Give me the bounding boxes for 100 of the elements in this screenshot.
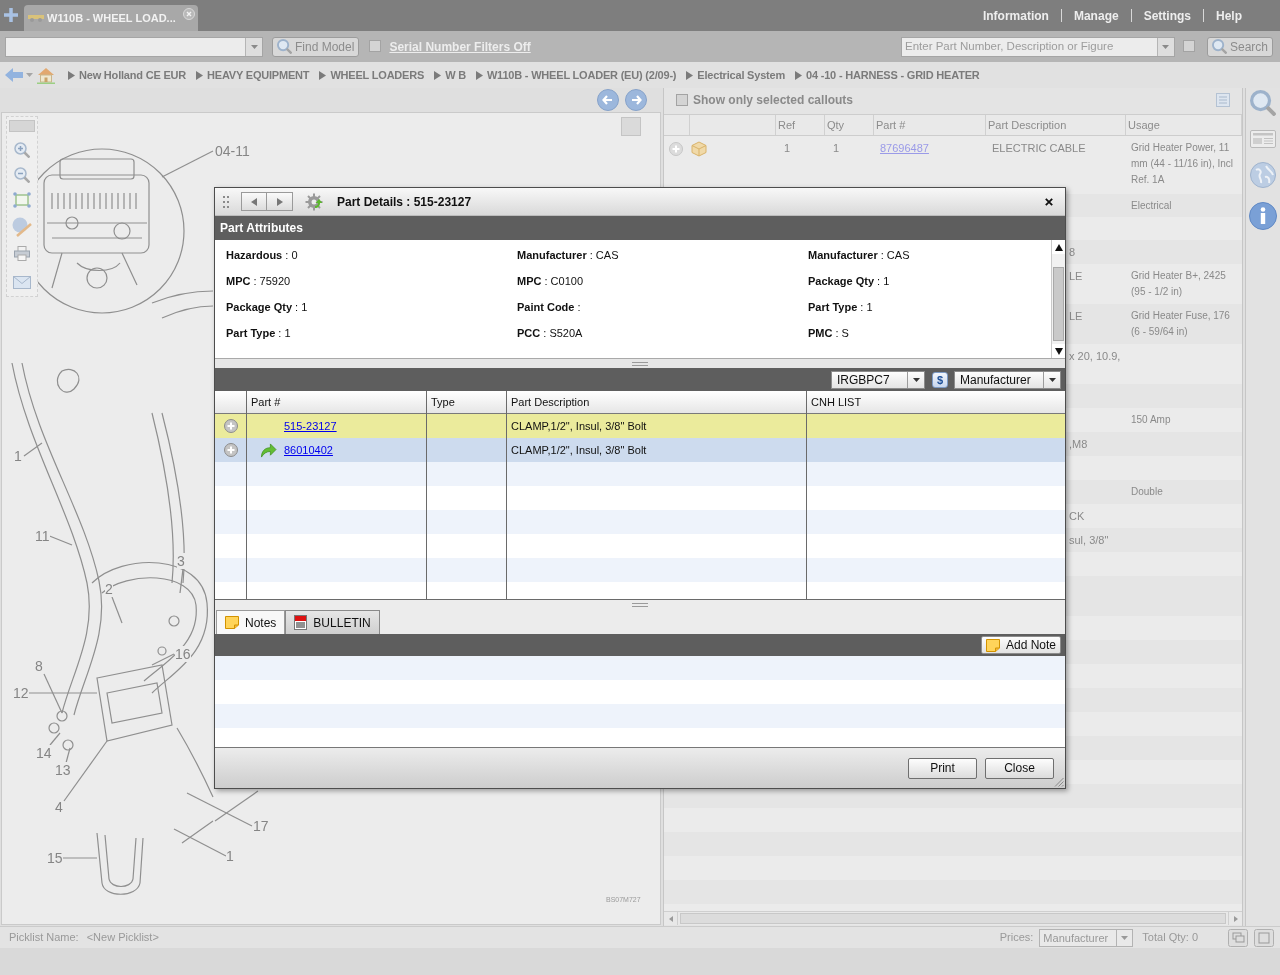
find-model-button[interactable]: Find Model [272, 36, 360, 57]
mail-icon[interactable] [13, 276, 31, 289]
breadcrumb-link[interactable]: New Holland CE EUR [68, 66, 187, 84]
scroll-down-button[interactable] [1052, 344, 1065, 358]
table-cell-text: Double [1130, 485, 1164, 499]
close-tab-icon[interactable] [182, 8, 195, 20]
dialog-button[interactable]: Close [985, 757, 1054, 779]
fit-page-icon[interactable] [13, 192, 31, 208]
list-view-icon[interactable] [1216, 93, 1230, 107]
table-cell-text: Grid Heater B+, 2425 (95 - 1/2 in) [1130, 269, 1227, 299]
breadcrumb-link[interactable]: 04 -10 - HARNESS - GRID HEATER [795, 66, 980, 84]
column-header[interactable]: Part Description [986, 115, 1126, 135]
column-header[interactable]: Type [426, 391, 506, 413]
menu-link[interactable]: Help [1204, 6, 1254, 25]
table-cell-text: CLAMP,1/2", Insul, 3/8" Bolt [510, 418, 648, 434]
search-button[interactable]: Search [1206, 36, 1273, 57]
next-button[interactable] [267, 192, 293, 211]
triangle-icon [795, 70, 803, 80]
gear-icon[interactable] [305, 192, 323, 211]
column-header[interactable]: Qty [825, 115, 874, 135]
column-header[interactable]: Part # [874, 115, 986, 135]
column-header[interactable]: Part # [246, 391, 426, 413]
dropdown-button[interactable] [1156, 37, 1174, 56]
price-type-dropdown[interactable]: Manufacturer [954, 370, 1061, 389]
restore-window-icon[interactable] [1228, 928, 1248, 947]
expand-icon[interactable] [223, 419, 238, 433]
maximize-icon[interactable] [1254, 928, 1274, 947]
checkbox[interactable] [1182, 39, 1195, 52]
table-row[interactable]: 86010402 CLAMP,1/2", Insul, 3/8" Bolt [215, 438, 1065, 462]
splitter-grip-icon[interactable] [632, 602, 648, 607]
forward-circle-icon[interactable] [625, 89, 647, 111]
table-row[interactable]: 515-23127 CLAMP,1/2", Insul, 3/8" Bolt [215, 414, 1065, 438]
resize-grip-icon[interactable] [1054, 777, 1064, 787]
search-icon[interactable] [1250, 90, 1276, 116]
newspaper-icon[interactable] [1250, 130, 1276, 148]
expand-icon[interactable] [669, 142, 683, 156]
triangle-icon [1054, 243, 1063, 251]
document-tab[interactable]: W110B - WHEEL LOAD... [24, 5, 198, 31]
add-tab-icon[interactable] [4, 8, 18, 22]
zoom-in-icon[interactable] [14, 142, 30, 158]
attribute-text: PCC : S520A [517, 326, 584, 341]
part-number-link[interactable]: 515-23127 [284, 417, 337, 435]
triangle-icon [251, 197, 257, 206]
callout-number: 17 [253, 818, 269, 834]
leader-line [161, 150, 214, 178]
breadcrumb-link[interactable]: WHEEL LOADERS [319, 66, 425, 84]
info-icon[interactable] [1249, 202, 1277, 230]
checkbox[interactable] [676, 94, 688, 106]
table-cell-text: ,M8 [1069, 437, 1088, 452]
dialog-button[interactable]: Print [908, 757, 977, 779]
add-note-button[interactable]: Add Note [980, 636, 1061, 654]
breadcrumb-link[interactable]: W110B - WHEEL LOADER (EU) (2/09-) [475, 66, 677, 84]
currency-button[interactable]: $ [932, 371, 948, 388]
callout-number: 13 [55, 762, 71, 778]
price-list-dropdown[interactable]: IRGBPC7 [831, 370, 925, 389]
back-circle-icon[interactable] [597, 89, 619, 111]
checkbox[interactable] [369, 39, 382, 52]
column-header[interactable]: Usage [1126, 115, 1242, 135]
table-cell-text: sul, 3/8" [1069, 533, 1109, 548]
globe-icon[interactable] [1250, 162, 1276, 188]
part-number-link[interactable]: 87696487 [880, 142, 929, 154]
scroll-thumb[interactable] [1053, 267, 1064, 341]
drag-handle-icon[interactable] [223, 195, 229, 208]
total-quantity: Total Qty: 0 [1142, 930, 1198, 946]
back-arrow-icon[interactable] [5, 68, 23, 82]
breadcrumb-link[interactable]: HEAVY EQUIPMENT [196, 66, 310, 84]
zoom-out-icon[interactable] [14, 167, 30, 183]
toolbar-handle[interactable] [9, 120, 35, 132]
triangle-icon [68, 70, 75, 80]
column-header[interactable]: CNH LIST [806, 391, 1065, 413]
caret-icon [1162, 44, 1170, 49]
scroll-thumb[interactable] [680, 913, 1226, 924]
menu-link[interactable]: Manage [1061, 6, 1131, 25]
model-combo-field[interactable] [5, 36, 263, 57]
breadcrumb-link[interactable]: Electrical System [686, 66, 786, 84]
column-header[interactable]: Part Description [506, 391, 806, 413]
part-number-link[interactable]: 86010402 [284, 441, 333, 459]
scroll-up-button[interactable] [1052, 240, 1065, 254]
prices-dropdown[interactable]: Manufacturer [1039, 928, 1134, 947]
callout-number: 1 [226, 848, 234, 864]
pin-icon[interactable] [12, 217, 32, 237]
table-cell-text: 150 Amp [1130, 413, 1172, 427]
previous-button[interactable] [241, 192, 267, 211]
column-header[interactable]: Ref [776, 115, 825, 135]
panel-toggle-button[interactable] [621, 117, 641, 136]
close-button[interactable] [1044, 196, 1054, 207]
tab[interactable]: Notes [216, 610, 286, 634]
menu-link[interactable]: Information [970, 6, 1061, 25]
caret-icon [1121, 935, 1129, 940]
package-icon[interactable] [691, 141, 707, 157]
expand-icon[interactable] [223, 443, 238, 457]
breadcrumb-link[interactable]: W B [434, 66, 466, 84]
search-field[interactable]: Enter Part Number, Description or Figure [900, 36, 1175, 57]
tab[interactable]: BULLETIN [285, 610, 380, 634]
attribute-text: Part Type : 1 [808, 300, 874, 315]
splitter-grip-icon[interactable] [632, 361, 648, 366]
menu-link[interactable]: Settings [1131, 6, 1203, 25]
dropdown-button[interactable] [245, 37, 262, 56]
home-icon[interactable] [37, 66, 55, 84]
print-icon[interactable] [14, 246, 30, 261]
